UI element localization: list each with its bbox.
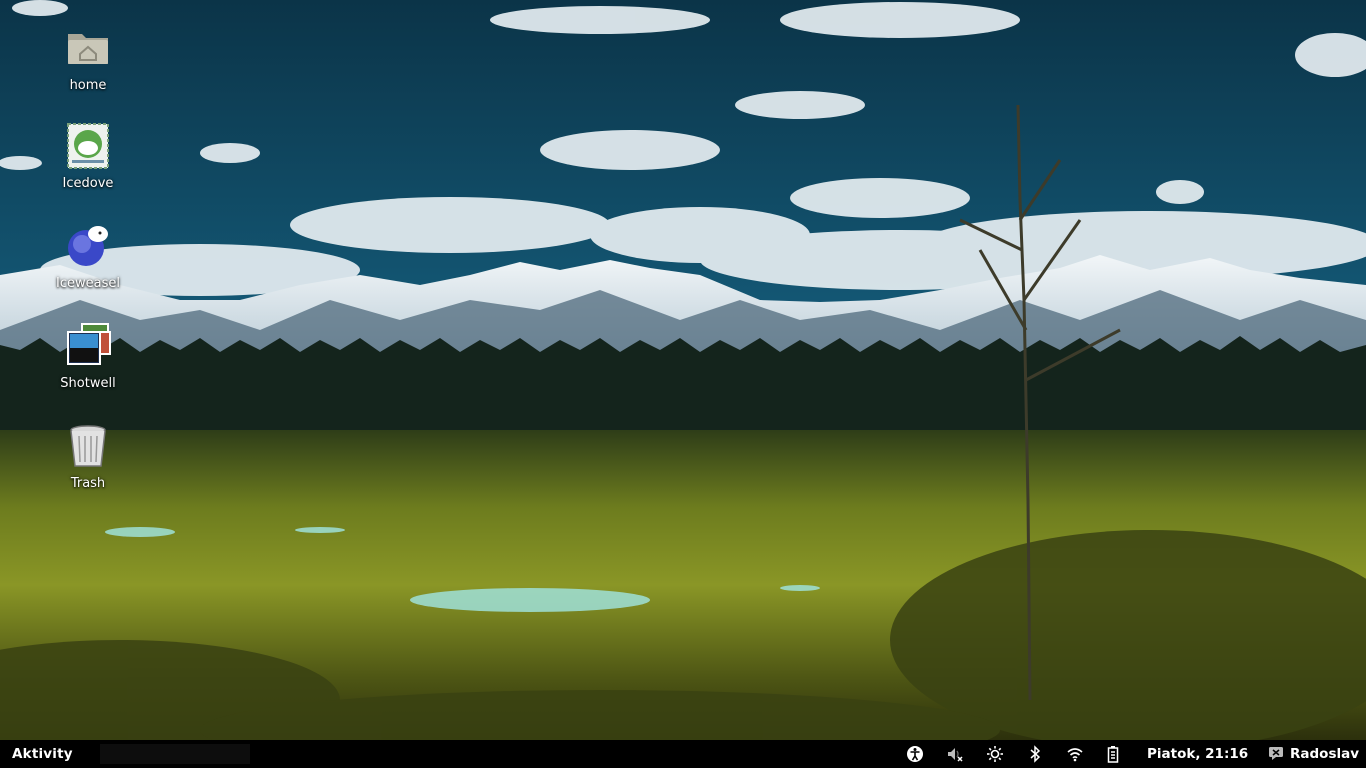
user-menu[interactable]: Radoslav <box>1268 746 1359 762</box>
iceweasel-browser-icon <box>68 226 108 266</box>
icedove-mail-icon <box>67 123 109 169</box>
desktop-icon-home[interactable]: home <box>38 24 138 93</box>
desktop-icon-label: Shotwell <box>60 376 116 391</box>
desktop-icon-iceweasel[interactable]: Iceweasel <box>38 222 138 291</box>
volume-muted-icon[interactable] <box>946 745 964 763</box>
desktop-icon-shotwell[interactable]: Shotwell <box>38 322 138 391</box>
desktop-icon-label: home <box>69 78 107 93</box>
wallpaper-mountain-landscape <box>0 0 1366 740</box>
ghost-window-preview <box>100 744 250 764</box>
brightness-icon[interactable] <box>986 745 1004 763</box>
user-status-icon <box>1269 747 1283 760</box>
wifi-icon[interactable] <box>1066 745 1084 763</box>
user-name: Radoslav <box>1290 746 1360 762</box>
activities-button[interactable]: Aktivity <box>12 746 73 762</box>
desktop-icon-icedove[interactable]: Icedove <box>38 122 138 191</box>
trash-icon <box>70 425 106 467</box>
clock[interactable]: Piatok, 21:16 <box>1147 746 1248 762</box>
desktop-icon-label: Iceweasel <box>56 276 120 291</box>
top-panel: Aktivity Piatok, 21:16 Radoslav <box>0 740 1366 768</box>
desktop-icon-label: Icedove <box>62 176 114 191</box>
bluetooth-icon[interactable] <box>1026 745 1044 763</box>
desktop-icon-label: Trash <box>70 476 106 491</box>
desktop-icon-trash[interactable]: Trash <box>38 422 138 491</box>
home-folder-icon <box>68 34 108 64</box>
shotwell-photos-icon <box>67 323 111 365</box>
accessibility-icon[interactable] <box>906 745 924 763</box>
desktop[interactable]: home Icedove Iceweasel Shotwell Trash <box>0 0 1366 740</box>
battery-icon[interactable] <box>1104 745 1122 763</box>
